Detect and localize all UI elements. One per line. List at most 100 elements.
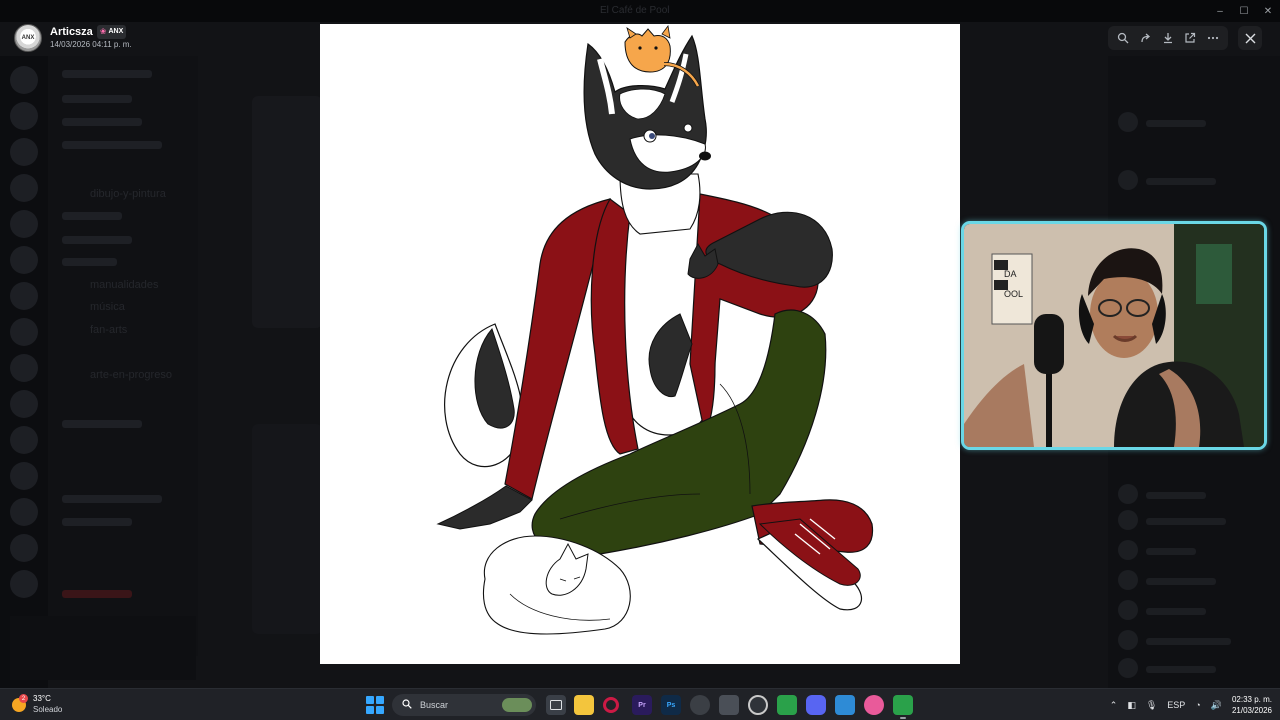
- channel-placeholder: [62, 236, 132, 244]
- artwork-image: [320, 24, 960, 664]
- uploader-info: Articsza ❀ ANX 14/03/2026 04:11 p. m.: [50, 25, 132, 51]
- media-player-icon[interactable]: [748, 695, 768, 715]
- file-explorer-icon[interactable]: [574, 695, 594, 715]
- language-indicator[interactable]: ESP: [1167, 700, 1185, 710]
- task-view-icon[interactable]: [546, 695, 566, 715]
- server-tag-badge: ❀ ANX: [96, 25, 127, 39]
- member-avatar[interactable]: [1118, 510, 1138, 530]
- streamer-webcam: DA OOL: [964, 224, 1264, 447]
- channel-placeholder: [62, 70, 152, 78]
- app-icon[interactable]: [719, 695, 739, 715]
- channel-placeholder: [62, 141, 162, 149]
- server-icon[interactable]: [10, 354, 38, 382]
- server-icon[interactable]: [10, 102, 38, 130]
- open-external-icon[interactable]: [1180, 28, 1200, 48]
- photoshop-icon[interactable]: Ps: [661, 695, 681, 715]
- server-icon[interactable]: [10, 318, 38, 346]
- window-controls: – ☐ ✕: [1208, 0, 1280, 22]
- close-icon[interactable]: [1238, 26, 1262, 50]
- system-tray: ⌃ ◧ 🎙 ESP ◔ 🔊 02:33 p. m. 21/03/2026: [1100, 689, 1272, 720]
- member-avatar[interactable]: [1118, 170, 1138, 190]
- channel-item[interactable]: fan-arts: [90, 324, 127, 336]
- volume-icon[interactable]: 🔊: [1211, 700, 1222, 711]
- window-title: El Café de Pool: [600, 5, 670, 16]
- active-app-icon[interactable]: [893, 695, 913, 719]
- discord-icon[interactable]: [806, 695, 826, 715]
- channel-item[interactable]: dibujo-y-pintura: [90, 188, 166, 200]
- server-icon[interactable]: [10, 66, 38, 94]
- more-icon[interactable]: [1203, 28, 1223, 48]
- server-tag-label: ANX: [108, 28, 124, 35]
- server-icon[interactable]: [10, 534, 38, 562]
- app-icon[interactable]: [777, 695, 797, 715]
- sun-icon: 2: [10, 694, 28, 713]
- member-avatar[interactable]: [1118, 484, 1138, 504]
- clock-date: 21/03/2026: [1231, 706, 1272, 715]
- server-icon[interactable]: [10, 174, 38, 202]
- microphone-icon[interactable]: 🎙: [1146, 700, 1157, 711]
- server-icon[interactable]: [10, 282, 38, 310]
- svg-text:DA: DA: [1004, 269, 1017, 279]
- photos-icon[interactable]: [835, 695, 855, 715]
- taskbar-search[interactable]: Buscar: [392, 694, 536, 716]
- server-icon[interactable]: [10, 138, 38, 166]
- member-avatar[interactable]: [1118, 570, 1138, 590]
- uploader-avatar[interactable]: ANX: [14, 24, 42, 52]
- weather-condition: Soleado: [33, 705, 63, 714]
- server-icon[interactable]: [10, 390, 38, 418]
- uploader-name[interactable]: Articsza: [50, 26, 93, 38]
- upload-timestamp: 14/03/2026 04:11 p. m.: [50, 40, 132, 49]
- network-icon[interactable]: ◧: [1127, 700, 1136, 711]
- server-icon[interactable]: [10, 210, 38, 238]
- member-avatar[interactable]: [1118, 630, 1138, 650]
- member-name: [1146, 638, 1231, 645]
- channel-placeholder: [62, 420, 142, 428]
- server-sidebar: [0, 56, 48, 688]
- opera-icon[interactable]: [603, 697, 619, 713]
- member-avatar[interactable]: [1118, 600, 1138, 620]
- channel-item[interactable]: arte-en-progreso: [90, 369, 172, 381]
- member-avatar[interactable]: [1118, 658, 1138, 678]
- obs-icon[interactable]: [690, 695, 710, 715]
- chevron-up-icon[interactable]: ⌃: [1110, 700, 1118, 711]
- channel-placeholder: [62, 258, 117, 266]
- clock[interactable]: 02:33 p. m. 21/03/2026: [1232, 694, 1272, 716]
- webcam-overlay: DA OOL: [961, 221, 1267, 450]
- channel-placeholder: [62, 495, 162, 503]
- forward-icon[interactable]: [1136, 28, 1156, 48]
- channel-item[interactable]: música: [90, 301, 125, 313]
- chat-attachment-preview: [252, 424, 322, 634]
- window-close-button[interactable]: ✕: [1256, 0, 1280, 22]
- weather-widget[interactable]: 2 33°C Soleado: [10, 693, 62, 715]
- app-icon[interactable]: [864, 695, 884, 715]
- server-icon[interactable]: [10, 498, 38, 526]
- member-avatar[interactable]: [1118, 540, 1138, 560]
- search-highlight-image: [502, 698, 532, 712]
- server-icon[interactable]: [10, 462, 38, 490]
- member-name: [1146, 548, 1196, 555]
- image-uploader: ANX Articsza ❀ ANX 14/03/2026 04:11 p. m…: [14, 22, 132, 54]
- maximize-button[interactable]: ☐: [1232, 0, 1256, 22]
- premiere-icon[interactable]: Pr: [632, 695, 652, 715]
- member-name: [1146, 608, 1206, 615]
- channel-item[interactable]: manualidades: [90, 279, 159, 291]
- weather-temperature: 33°C: [33, 694, 51, 703]
- server-icon[interactable]: [10, 426, 38, 454]
- flower-icon: ❀: [99, 27, 107, 36]
- minimize-button[interactable]: –: [1208, 0, 1232, 22]
- svg-text:OOL: OOL: [1004, 289, 1023, 299]
- wifi-icon[interactable]: ◔: [1195, 700, 1200, 710]
- taskbar: 2 33°C Soleado Buscar Pr Ps ⌃ ◧ 🎙 ESP ◔ …: [0, 688, 1280, 720]
- member-name: [1146, 578, 1216, 585]
- windows-start-icon[interactable]: [366, 696, 384, 714]
- discord-titlebar: El Café de Pool: [0, 0, 1280, 22]
- member-avatar[interactable]: [1118, 112, 1138, 132]
- server-icon[interactable]: [10, 246, 38, 274]
- member-name: [1146, 178, 1216, 185]
- server-icon[interactable]: [10, 570, 38, 598]
- zoom-icon[interactable]: [1113, 28, 1133, 48]
- channel-placeholder: [62, 212, 122, 220]
- member-name: [1146, 492, 1206, 499]
- image-viewer-toolbar: [1108, 26, 1228, 50]
- download-icon[interactable]: [1158, 28, 1178, 48]
